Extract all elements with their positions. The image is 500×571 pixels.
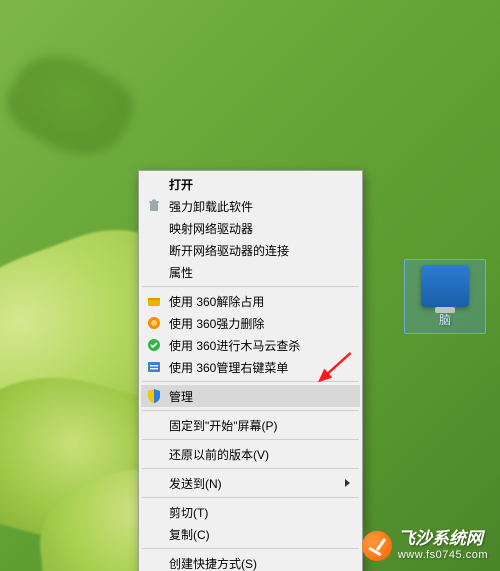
menu-separator: [142, 497, 359, 498]
menu-item-map-network-drive[interactable]: 映射网络驱动器: [141, 217, 360, 239]
blank-icon: [145, 503, 163, 521]
menu-item-label: 剪切(T): [169, 504, 350, 521]
menu-item-label: 断开网络驱动器的连接: [169, 242, 350, 259]
blank-icon: [145, 219, 163, 237]
menu-item-label: 管理: [169, 388, 350, 405]
menu-separator: [142, 286, 359, 287]
menu-item-360-unlock[interactable]: 使用 360解除占用: [141, 290, 360, 312]
desktop-icon-this-pc[interactable]: 脑: [410, 265, 480, 328]
menu-item-send-to[interactable]: 发送到(N): [141, 472, 360, 494]
watermark: 飞沙系统网 www.fs0745.com: [362, 530, 488, 561]
menu-separator: [142, 439, 359, 440]
blank-icon: [145, 175, 163, 193]
menu-item-properties-top[interactable]: 属性: [141, 261, 360, 283]
menu-item-label: 使用 360进行木马云查杀: [169, 337, 350, 354]
menu-item-manage[interactable]: 管理: [141, 385, 360, 407]
menu-item-label: 属性: [169, 264, 350, 281]
360-delete-icon: [145, 314, 163, 332]
menu-separator: [142, 548, 359, 549]
blank-icon: [145, 416, 163, 434]
computer-icon: [421, 265, 469, 307]
blank-icon: [145, 263, 163, 281]
watermark-title: 飞沙系统网: [398, 530, 488, 549]
menu-item-360-trojan-scan[interactable]: 使用 360进行木马云查杀: [141, 334, 360, 356]
menu-item-pin-to-start[interactable]: 固定到"开始"屏幕(P): [141, 414, 360, 436]
menu-item-restore-previous-versions[interactable]: 还原以前的版本(V): [141, 443, 360, 465]
menu-item-360-force-delete[interactable]: 使用 360强力删除: [141, 312, 360, 334]
menu-item-create-shortcut[interactable]: 创建快捷方式(S): [141, 552, 360, 571]
menu-item-force-uninstall[interactable]: 强力卸载此软件: [141, 195, 360, 217]
menu-item-label: 固定到"开始"屏幕(P): [169, 417, 350, 434]
watermark-url: www.fs0745.com: [398, 549, 488, 561]
menu-item-label: 使用 360解除占用: [169, 293, 350, 310]
menu-item-cut[interactable]: 剪切(T): [141, 501, 360, 523]
menu-item-label: 打开: [169, 176, 350, 193]
360-menu-icon: [145, 358, 163, 376]
menu-separator: [142, 410, 359, 411]
blank-icon: [145, 525, 163, 543]
360-scan-icon: [145, 336, 163, 354]
menu-item-label: 使用 360强力删除: [169, 315, 350, 332]
blank-icon: [145, 474, 163, 492]
menu-item-label: 复制(C): [169, 526, 350, 543]
menu-item-label: 还原以前的版本(V): [169, 446, 350, 463]
menu-item-label: 发送到(N): [169, 475, 339, 492]
chevron-right-icon: [345, 479, 350, 487]
menu-item-open[interactable]: 打开: [141, 173, 360, 195]
menu-item-copy[interactable]: 复制(C): [141, 523, 360, 545]
shield-icon: [145, 387, 163, 405]
blank-icon: [145, 554, 163, 571]
360-unlock-icon: [145, 292, 163, 310]
blank-icon: [145, 241, 163, 259]
menu-separator: [142, 468, 359, 469]
blank-icon: [145, 445, 163, 463]
watermark-logo-icon: [362, 531, 392, 561]
trash-icon: [145, 197, 163, 215]
menu-item-label: 创建快捷方式(S): [169, 555, 350, 571]
menu-item-label: 映射网络驱动器: [169, 220, 350, 237]
menu-item-label: 强力卸载此软件: [169, 198, 350, 215]
menu-item-disconnect-network-drive[interactable]: 断开网络驱动器的连接: [141, 239, 360, 261]
